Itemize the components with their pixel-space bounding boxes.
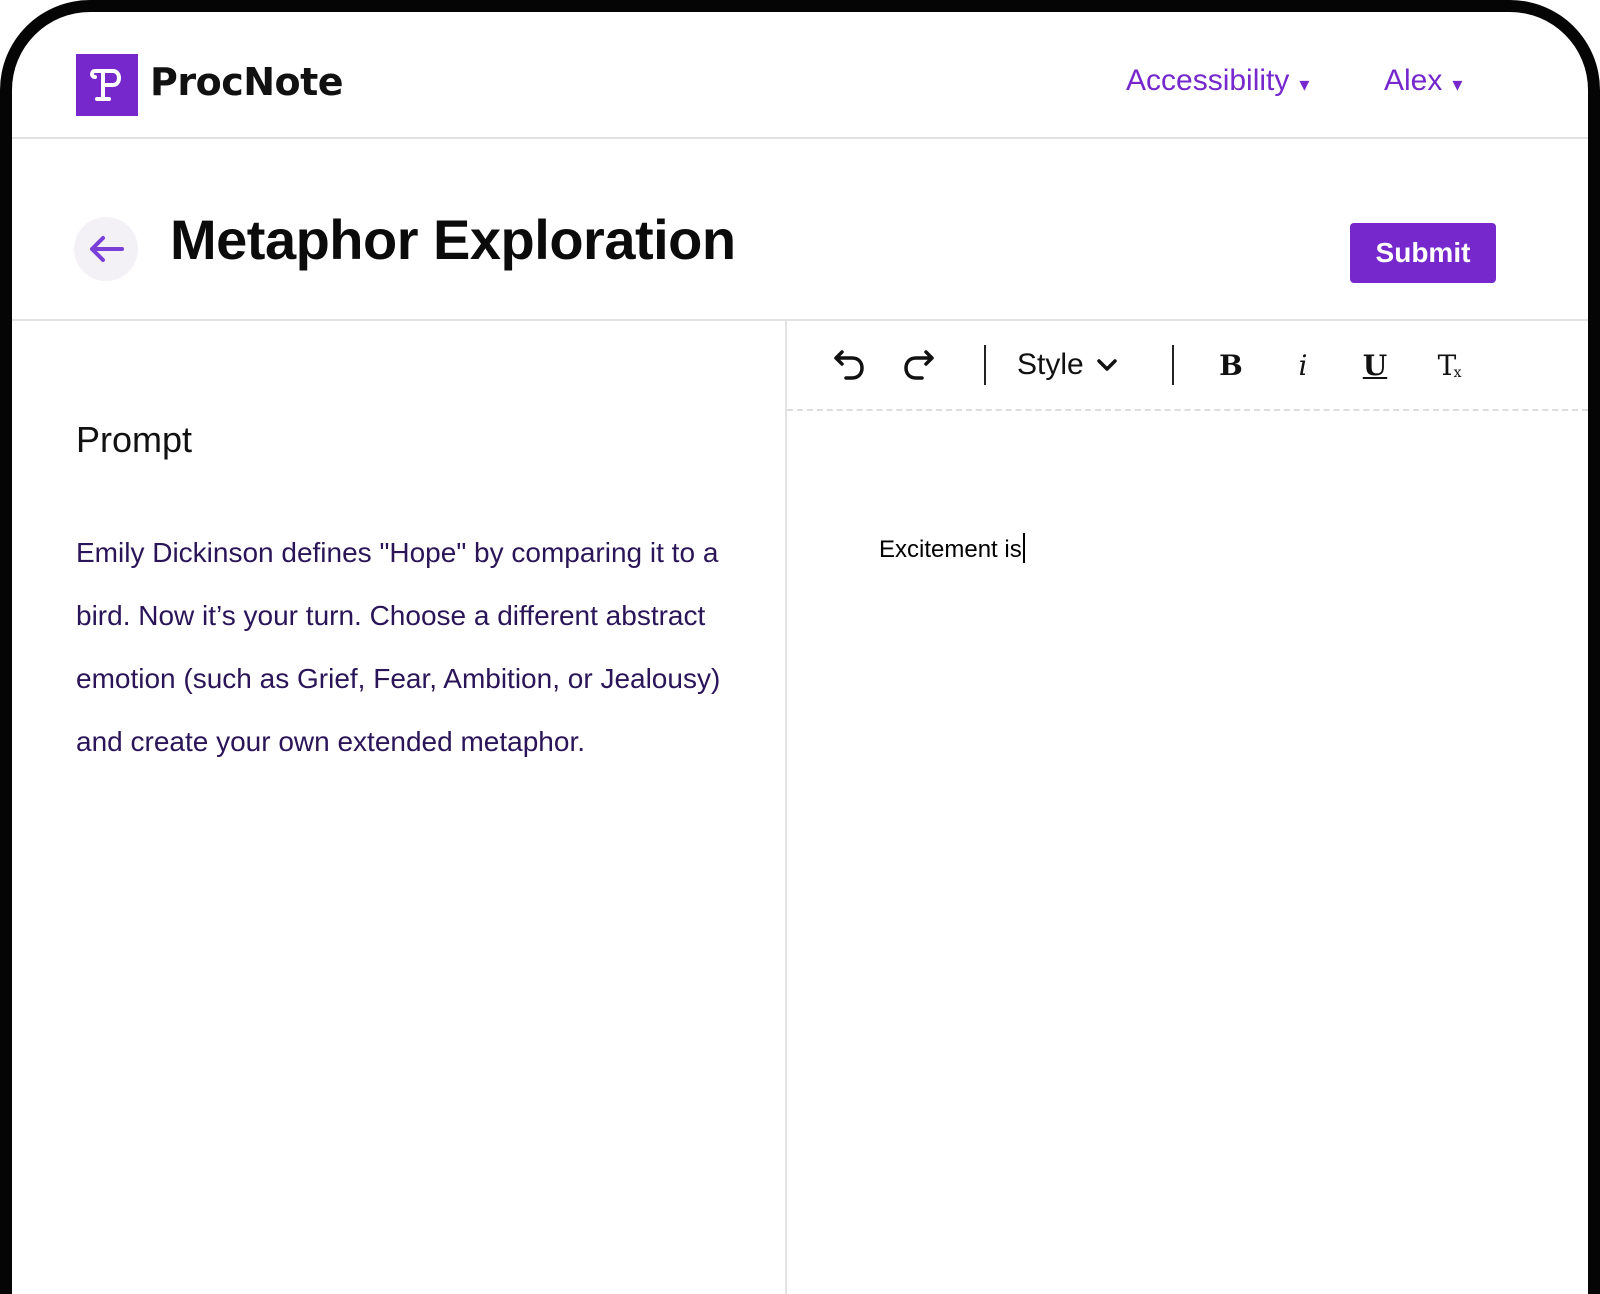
clear-format-icon: Tx bbox=[1437, 348, 1462, 382]
style-dropdown[interactable]: Style bbox=[1017, 343, 1118, 387]
submit-button[interactable]: Submit bbox=[1350, 223, 1496, 283]
editor-toolbar: Style B i U Tx bbox=[787, 321, 1588, 411]
undo-icon bbox=[834, 350, 864, 380]
chevron-down-icon bbox=[1096, 359, 1117, 371]
arrow-left-icon bbox=[90, 236, 124, 262]
prompt-panel: Prompt Emily Dickinson defines "Hope" by… bbox=[12, 321, 787, 1294]
bold-icon: B bbox=[1219, 348, 1243, 382]
underline-icon: U bbox=[1362, 348, 1388, 382]
device-frame: ProcNote Accessibility ▾ Alex ▾ Metaphor… bbox=[0, 0, 1600, 1294]
top-navigation-bar: ProcNote Accessibility ▾ Alex ▾ bbox=[12, 12, 1588, 139]
user-menu[interactable]: Alex ▾ bbox=[1384, 64, 1462, 98]
bold-button[interactable]: B bbox=[1209, 343, 1253, 387]
user-menu-label: Alex bbox=[1384, 64, 1443, 97]
italic-button[interactable]: i bbox=[1281, 343, 1325, 387]
text-cursor bbox=[1022, 533, 1025, 563]
app-name: ProcNote bbox=[150, 60, 344, 104]
back-button[interactable] bbox=[74, 217, 138, 281]
underline-button[interactable]: U bbox=[1353, 343, 1397, 387]
clear-format-button[interactable]: Tx bbox=[1423, 343, 1471, 387]
undo-button[interactable] bbox=[827, 343, 871, 387]
accessibility-menu-label: Accessibility bbox=[1126, 64, 1290, 97]
editor-textarea[interactable]: Excitement is bbox=[879, 533, 1548, 564]
editor-text: Excitement is bbox=[879, 536, 1022, 563]
caret-down-icon: ▾ bbox=[1299, 73, 1310, 96]
redo-icon bbox=[904, 350, 934, 380]
toolbar-divider bbox=[984, 345, 986, 385]
italic-icon: i bbox=[1298, 348, 1308, 382]
style-dropdown-label: Style bbox=[1017, 348, 1084, 381]
redo-button[interactable] bbox=[897, 343, 941, 387]
toolbar-divider bbox=[1172, 345, 1174, 385]
prompt-text: Emily Dickinson defines "Hope" by compar… bbox=[76, 537, 721, 757]
prompt-heading: Prompt bbox=[76, 419, 193, 460]
accessibility-menu[interactable]: Accessibility ▾ bbox=[1126, 64, 1309, 98]
page-title: Metaphor Exploration bbox=[170, 208, 736, 271]
procnote-logo-icon bbox=[76, 54, 138, 116]
editor-panel: Style B i U Tx Excitement is bbox=[787, 321, 1588, 1294]
page-header: Metaphor Exploration Submit bbox=[12, 139, 1588, 321]
caret-down-icon: ▾ bbox=[1452, 73, 1463, 96]
